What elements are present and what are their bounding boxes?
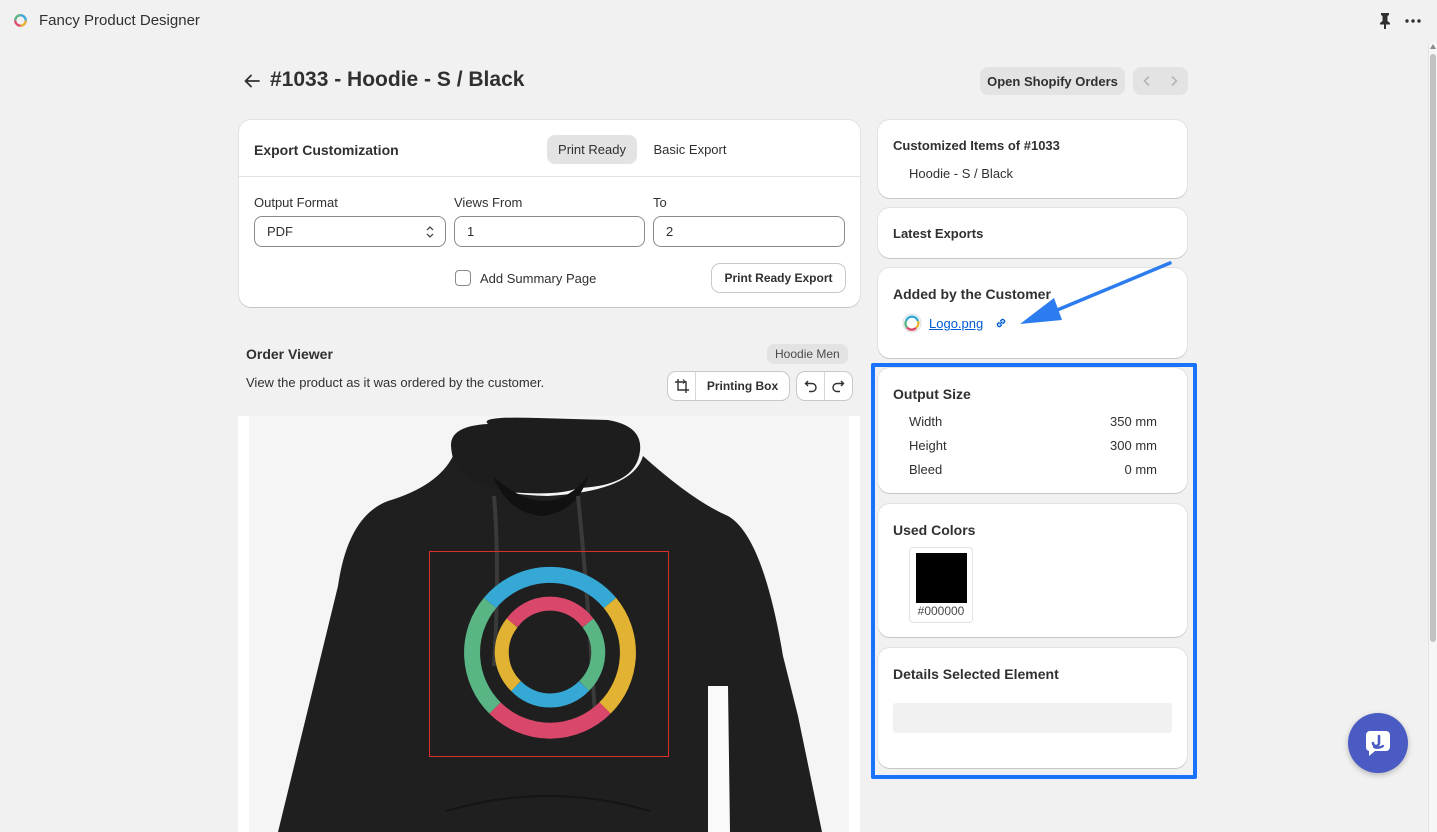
views-to-value: 2 [666, 224, 674, 239]
app-topbar: Fancy Product Designer [0, 0, 1437, 42]
chevron-right-icon [1170, 75, 1178, 87]
printing-box-label: Printing Box [706, 379, 779, 393]
latest-exports-card: Latest Exports [878, 208, 1187, 258]
order-viewer-title: Order Viewer [246, 346, 333, 362]
chevron-left-icon [1142, 75, 1150, 87]
output-format-value: PDF [267, 224, 293, 239]
customized-item[interactable]: Hoodie - S / Black [909, 166, 1013, 181]
customized-items-title: Customized Items of #1033 [893, 138, 1060, 153]
highlight-annotation-box [871, 363, 1197, 779]
tab-print-ready[interactable]: Print Ready [547, 135, 637, 164]
undo-icon [804, 380, 817, 393]
to-label: To [653, 195, 667, 210]
crop-icon [668, 372, 696, 400]
next-order-button[interactable] [1160, 67, 1187, 95]
order-viewer-description: View the product as it was ordered by th… [246, 375, 545, 390]
app-title: Fancy Product Designer [39, 12, 200, 29]
chat-icon [1365, 731, 1390, 756]
order-pager [1133, 67, 1188, 95]
app-logo-icon [14, 14, 27, 27]
views-from-label: Views From [454, 195, 523, 210]
undo-redo-group [797, 372, 852, 400]
annotation-arrow [1020, 261, 1172, 324]
page-title: #1033 - Hoodie - S / Black [270, 68, 525, 91]
printing-box-button[interactable]: Printing Box [668, 372, 789, 400]
printing-box-outline [429, 551, 669, 757]
redo-icon [832, 380, 845, 393]
redo-button[interactable] [824, 372, 851, 400]
scroll-thumb[interactable] [1430, 54, 1436, 642]
customized-items-card: Customized Items of #1033 Hoodie - S / B… [878, 120, 1187, 198]
views-from-input[interactable]: 1 [454, 216, 645, 247]
scroll-up-icon[interactable] [1430, 44, 1436, 49]
output-format-select[interactable]: PDF [254, 216, 446, 247]
views-to-input[interactable]: 2 [653, 216, 845, 247]
views-from-value: 1 [467, 224, 475, 239]
select-arrows-icon [426, 226, 434, 238]
uploaded-file-link[interactable]: Logo.png [929, 316, 983, 331]
divider [239, 176, 860, 177]
previous-order-button[interactable] [1133, 67, 1160, 95]
support-chat-button[interactable] [1348, 713, 1408, 773]
back-arrow-icon[interactable] [240, 70, 264, 92]
product-badge: Hoodie Men [767, 344, 848, 364]
page-scrollbar[interactable] [1428, 42, 1437, 832]
latest-exports-title: Latest Exports [893, 226, 984, 241]
tab-basic-export[interactable]: Basic Export [644, 135, 736, 164]
export-customization-card: Export Customization Print Ready Basic E… [239, 120, 860, 307]
export-card-title: Export Customization [254, 142, 399, 158]
link-icon[interactable] [994, 316, 1008, 330]
pin-icon[interactable] [1377, 12, 1393, 30]
more-options-icon[interactable] [1404, 12, 1422, 30]
add-summary-page-checkbox[interactable] [455, 270, 471, 286]
open-shopify-orders-button[interactable]: Open Shopify Orders [980, 67, 1125, 95]
file-thumbnail-icon [902, 313, 922, 333]
print-ready-export-button[interactable]: Print Ready Export [712, 264, 845, 292]
output-format-label: Output Format [254, 195, 338, 210]
add-summary-page-label[interactable]: Add Summary Page [480, 271, 596, 286]
undo-button[interactable] [797, 372, 824, 400]
